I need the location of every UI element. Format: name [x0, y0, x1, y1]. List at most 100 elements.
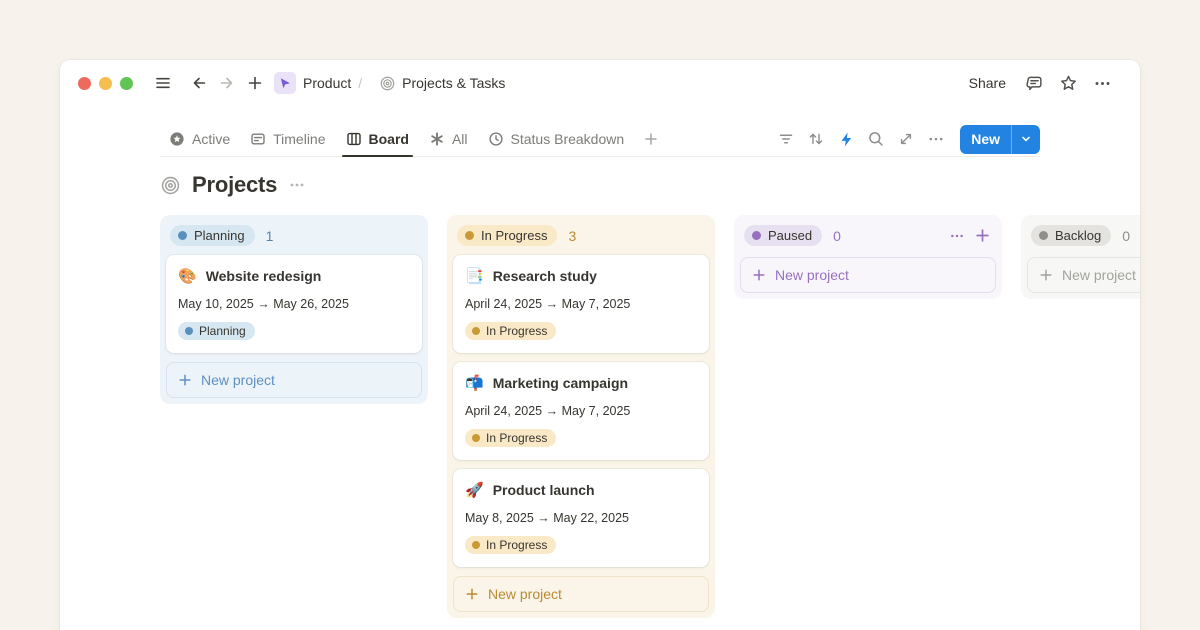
new-project-label: New project: [1062, 267, 1136, 283]
sort-icon: [807, 130, 825, 148]
project-card[interactable]: 🎨 Website redesign May 10, 2025 → May 26…: [166, 255, 422, 353]
tab-all[interactable]: All: [420, 122, 477, 156]
search-button[interactable]: [862, 125, 890, 153]
column-count: 1: [266, 228, 274, 244]
window-controls: [78, 77, 133, 90]
card-emoji: 📑: [465, 269, 484, 284]
page-title: Projects: [192, 172, 277, 198]
tab-active[interactable]: Active: [160, 122, 239, 156]
forward-button[interactable]: [213, 69, 241, 97]
hamburger-icon: [154, 74, 172, 92]
card-emoji: 🎨: [178, 269, 197, 284]
card-status-pill: In Progress: [465, 536, 556, 554]
new-project-button[interactable]: New project: [740, 257, 996, 293]
column-status-pill[interactable]: In Progress: [457, 225, 557, 246]
new-button[interactable]: New: [960, 125, 1040, 154]
filter-icon: [777, 130, 795, 148]
status-dot: [1039, 231, 1048, 240]
target-icon: [379, 75, 396, 92]
status-dot: [185, 327, 193, 335]
all-view-icon: [429, 131, 445, 147]
forward-icon: [218, 74, 236, 92]
status-dot: [178, 231, 187, 240]
column-actions: [949, 228, 990, 244]
card-title: Research study: [493, 268, 597, 284]
column-name: Paused: [768, 228, 812, 243]
timeline-view-icon: [250, 131, 266, 147]
minimize-window-button[interactable]: [99, 77, 112, 90]
tab-label: Board: [369, 131, 409, 147]
topbar: Product / Projects & Tasks Share: [60, 60, 1140, 106]
sidebar-toggle-button[interactable]: [149, 69, 177, 97]
column-add-button[interactable]: [975, 228, 990, 243]
tab-label: Timeline: [273, 131, 325, 147]
bolt-icon: [838, 131, 855, 148]
back-icon: [190, 74, 208, 92]
back-button[interactable]: [185, 69, 213, 97]
automations-button[interactable]: [832, 125, 860, 153]
column-count: 0: [1122, 228, 1130, 244]
search-icon: [867, 130, 885, 148]
project-card[interactable]: 🚀 Product launch May 8, 2025 → May 22, 2…: [453, 469, 709, 567]
project-card[interactable]: 📬 Marketing campaign April 24, 2025 → Ma…: [453, 362, 709, 460]
share-button[interactable]: Share: [961, 71, 1014, 95]
star-icon: [1059, 74, 1078, 93]
new-project-label: New project: [488, 586, 562, 602]
breadcrumb-page[interactable]: Projects & Tasks: [402, 75, 505, 91]
breadcrumb-workspace[interactable]: Product: [303, 75, 351, 91]
ellipsis-icon: [949, 228, 965, 244]
plus-icon: [246, 74, 264, 92]
tab-timeline[interactable]: Timeline: [241, 122, 334, 156]
card-title: Website redesign: [206, 268, 322, 284]
close-window-button[interactable]: [78, 77, 91, 90]
card-dates: April 24, 2025 → May 7, 2025: [465, 297, 697, 311]
column-name: Planning: [194, 228, 245, 243]
favorite-button[interactable]: [1054, 69, 1082, 97]
plus-icon: [752, 268, 766, 282]
expand-button[interactable]: [892, 125, 920, 153]
new-project-button[interactable]: New project: [166, 362, 422, 398]
card-emoji: 🚀: [465, 483, 484, 498]
view-options-button[interactable]: [922, 125, 950, 153]
tab-status-breakdown[interactable]: Status Breakdown: [479, 122, 634, 156]
card-title: Product launch: [493, 482, 595, 498]
column-count: 0: [833, 228, 841, 244]
column-paused: Paused 0 New project: [734, 215, 1002, 299]
new-project-button[interactable]: New project: [453, 576, 709, 612]
column-count: 3: [568, 228, 576, 244]
tab-board[interactable]: Board: [337, 122, 418, 156]
project-card[interactable]: 📑 Research study April 24, 2025 → May 7,…: [453, 255, 709, 353]
status-dot: [752, 231, 761, 240]
status-dot: [472, 434, 480, 442]
column-backlog: Backlog 0 New project: [1021, 215, 1140, 299]
column-planning: Planning 1 🎨 Website redesign May 10, 20…: [160, 215, 428, 404]
card-status-pill: In Progress: [465, 322, 556, 340]
column-in-progress: In Progress 3 📑 Research study April 24,…: [447, 215, 715, 618]
new-button-label: New: [960, 125, 1011, 154]
app-cursor-icon: [279, 77, 291, 89]
new-button-dropdown[interactable]: [1011, 125, 1040, 154]
comments-button[interactable]: [1020, 69, 1048, 97]
add-view-button[interactable]: [635, 122, 667, 156]
plus-icon: [465, 587, 479, 601]
card-list: 🎨 Website redesign May 10, 2025 → May 26…: [166, 255, 422, 353]
status-dot: [472, 327, 480, 335]
column-status-pill[interactable]: Paused: [744, 225, 822, 246]
more-options-button[interactable]: [1088, 69, 1116, 97]
filter-button[interactable]: [772, 125, 800, 153]
title-options-button[interactable]: [288, 176, 306, 194]
active-view-icon: [169, 131, 185, 147]
zoom-window-button[interactable]: [120, 77, 133, 90]
column-header: Planning 1: [166, 221, 422, 255]
card-status-label: In Progress: [486, 431, 547, 445]
column-options-button[interactable]: [949, 228, 965, 244]
ellipsis-icon: [927, 130, 945, 148]
sort-button[interactable]: [802, 125, 830, 153]
column-header: Backlog 0: [1027, 221, 1140, 255]
column-status-pill[interactable]: Planning: [170, 225, 255, 246]
new-project-button[interactable]: New project: [1027, 257, 1140, 293]
new-page-button[interactable]: [241, 69, 269, 97]
column-status-pill[interactable]: Backlog: [1031, 225, 1111, 246]
kanban-board: Planning 1 🎨 Website redesign May 10, 20…: [160, 215, 1140, 618]
app-window: Product / Projects & Tasks Share Active: [60, 60, 1140, 630]
